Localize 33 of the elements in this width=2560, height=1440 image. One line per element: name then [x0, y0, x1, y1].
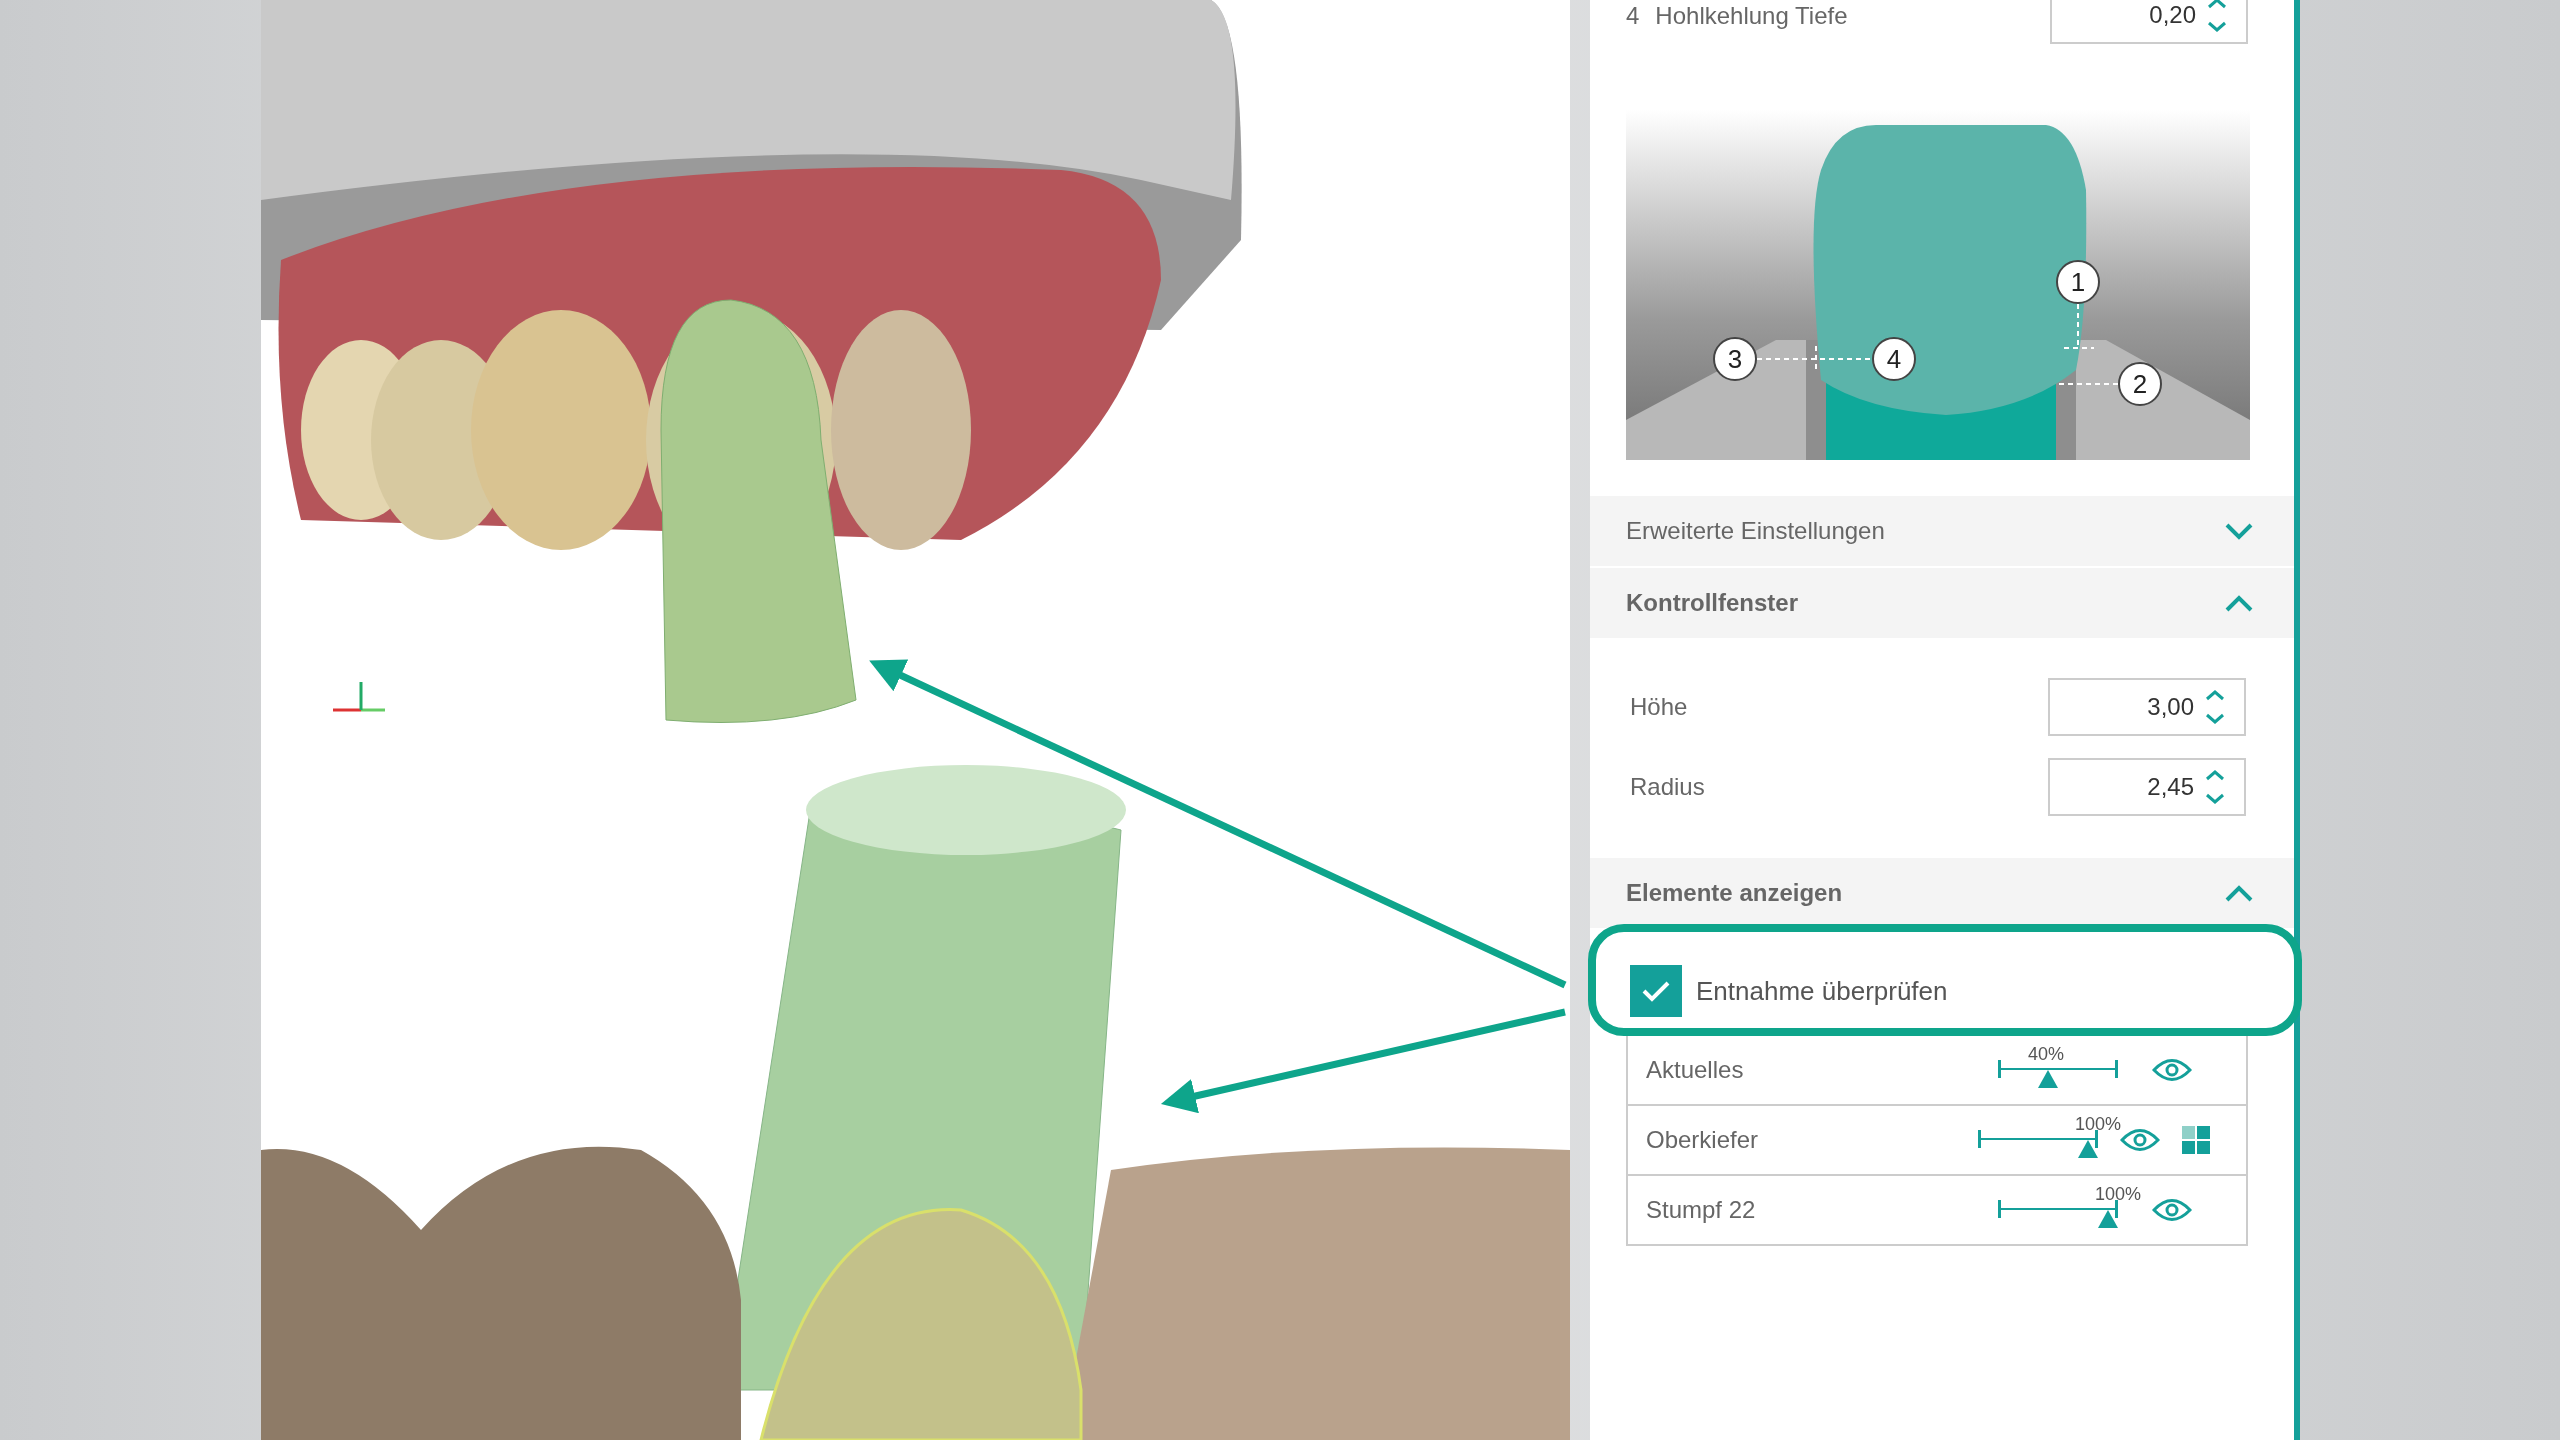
eye-icon[interactable]: [2152, 1057, 2192, 1083]
check-icon: [1641, 979, 1671, 1003]
checkbox[interactable]: [1630, 965, 1682, 1017]
field-label: Radius: [1630, 773, 1705, 801]
eye-icon[interactable]: [2152, 1197, 2192, 1223]
opacity-slider[interactable]: 100%: [1972, 1184, 2144, 1236]
element-row[interactable]: Stumpf 22 100%: [1628, 1174, 2246, 1244]
slider-value: 100%: [2095, 1184, 2141, 1205]
section-header[interactable]: Erweiterte Einstellungen: [1590, 496, 2294, 566]
element-row[interactable]: Oberkiefer 100%: [1628, 1104, 2246, 1174]
grid-icon[interactable]: [2182, 1126, 2210, 1154]
number-field[interactable]: 0,20: [2050, 0, 2248, 44]
slider-value: 100%: [2075, 1114, 2121, 1135]
section-header[interactable]: Kontrollfenster: [1590, 568, 2294, 638]
parameter-label: Hohlkehlung Tiefe: [1655, 2, 1849, 30]
parameter-number: 4: [1626, 2, 1640, 30]
field-label: Höhe: [1630, 693, 1688, 721]
axis-icon: [331, 680, 387, 714]
spinner-arrows-icon[interactable]: [2204, 687, 2226, 727]
spinner-arrows-icon[interactable]: [2204, 767, 2226, 807]
opacity-slider[interactable]: 40%: [1972, 1044, 2144, 1096]
number-field[interactable]: 2,45: [2048, 758, 2246, 816]
slider-thumb[interactable]: [2078, 1140, 2098, 1158]
section-header[interactable]: Elemente anzeigen: [1590, 858, 2294, 928]
spinner-arrows-icon[interactable]: [2206, 0, 2228, 35]
checkbox-label: Entnahme überprüfen: [1696, 975, 1948, 1007]
eye-icon[interactable]: [2120, 1127, 2160, 1153]
slider-thumb[interactable]: [2098, 1210, 2118, 1228]
opacity-slider[interactable]: 100%: [1952, 1114, 2124, 1166]
element-row[interactable]: Aktuelles 40%: [1628, 1036, 2246, 1104]
number-field[interactable]: 3,00: [2048, 678, 2246, 736]
slider-value: 40%: [2028, 1044, 2064, 1065]
slider-thumb[interactable]: [2038, 1070, 2058, 1088]
